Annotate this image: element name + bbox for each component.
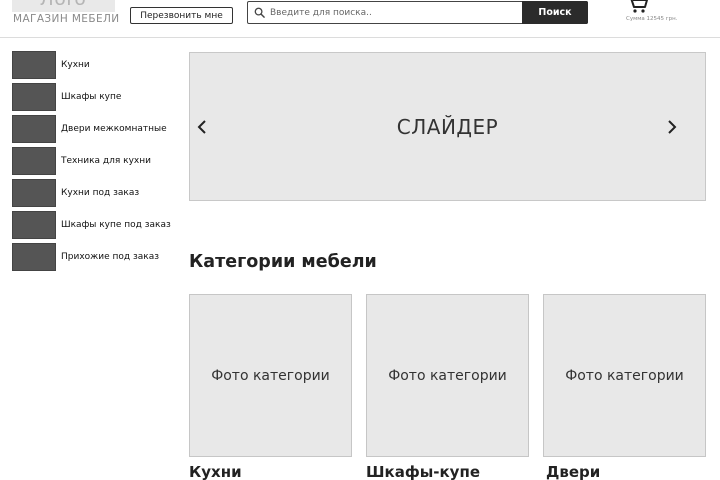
sidebar-item-label: Двери межкомнатные xyxy=(61,124,167,134)
hero-slider[interactable]: СЛАЙДЕР xyxy=(189,52,706,201)
sidebar-item-label: Кухни xyxy=(61,60,90,70)
shopping-cart-icon[interactable] xyxy=(626,0,652,14)
site-header: Лого МАГАЗИН МЕБЕЛИ Перезвонить мне Поис… xyxy=(0,0,720,38)
sidebar-item-interior-doors[interactable]: Двери межкомнатные xyxy=(12,115,182,143)
sidebar-item-label: Техника для кухни xyxy=(61,156,151,166)
sidebar-item-wardrobes[interactable]: Шкафы купе xyxy=(12,83,182,111)
sidebar-item-label: Кухни под заказ xyxy=(61,188,140,198)
search-button[interactable]: Поиск xyxy=(522,1,588,24)
sidebar-item-custom-wardrobes[interactable]: Шкафы купе под заказ xyxy=(12,211,182,239)
sidebar-item-thumbnail xyxy=(12,115,56,143)
sidebar-item-label: Прихожие под заказ xyxy=(61,252,160,262)
category-photo-placeholder: Фото категории xyxy=(388,367,507,384)
shop-name: МАГАЗИН МЕБЕЛИ xyxy=(13,13,120,25)
sidebar-item-thumbnail xyxy=(12,211,56,239)
category-card-kitchens[interactable]: Фото категории xyxy=(189,294,352,457)
search-input[interactable] xyxy=(270,4,520,21)
logo-text: Лого xyxy=(12,0,115,11)
sidebar-item-custom-kitchens[interactable]: Кухни под заказ xyxy=(12,179,182,207)
sidebar-item-thumbnail xyxy=(12,83,56,111)
search-icon xyxy=(254,7,265,18)
category-photo-placeholder: Фото категории xyxy=(211,367,330,384)
sidebar-item-custom-hallways[interactable]: Прихожие под заказ xyxy=(12,243,182,271)
slider-label: СЛАЙДЕР xyxy=(396,115,499,139)
cart-sum: Сумма 12545 грн. xyxy=(626,16,678,22)
search-bar: Поиск xyxy=(247,1,588,24)
category-name-kitchens[interactable]: Кухни xyxy=(189,463,242,480)
category-photo-placeholder: Фото категории xyxy=(565,367,684,384)
category-name-doors[interactable]: Двери xyxy=(546,463,600,480)
sidebar-item-kitchens[interactable]: Кухни xyxy=(12,51,182,79)
sidebar-item-thumbnail xyxy=(12,179,56,207)
callback-button[interactable]: Перезвонить мне xyxy=(130,7,233,24)
chevron-right-icon[interactable] xyxy=(665,119,679,135)
sidebar-item-label: Шкафы купе xyxy=(61,92,122,102)
category-card-wardrobes[interactable]: Фото категории xyxy=(366,294,529,457)
sidebar-item-thumbnail xyxy=(12,51,56,79)
sidebar-item-label: Шкафы купе под заказ xyxy=(61,220,171,230)
sidebar-item-kitchen-appliances[interactable]: Техника для кухни xyxy=(12,147,182,175)
sidebar-item-thumbnail xyxy=(12,243,56,271)
sidebar-item-thumbnail xyxy=(12,147,56,175)
logo[interactable]: Лого xyxy=(12,0,115,12)
category-name-wardrobes[interactable]: Шкафы-купе xyxy=(366,463,480,480)
category-card-doors[interactable]: Фото категории xyxy=(543,294,706,457)
categories-heading: Категории мебели xyxy=(189,252,377,272)
